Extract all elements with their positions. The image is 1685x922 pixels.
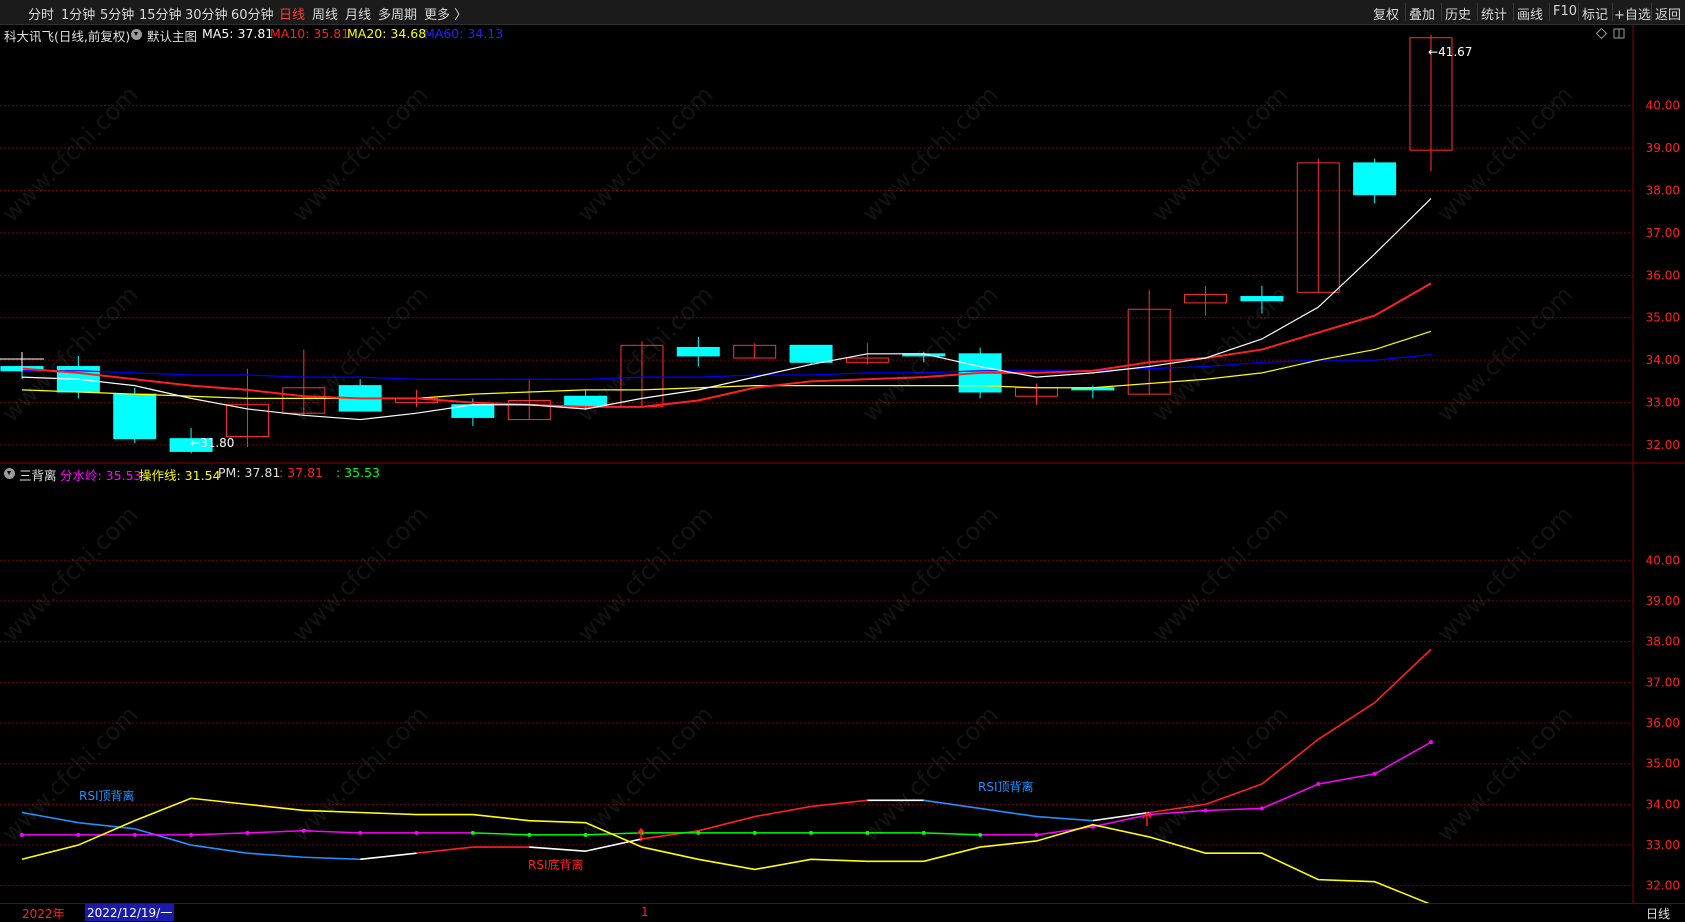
fenshuiling-line-segment [303,830,361,834]
sub-price-tick: 36.00 [1646,716,1680,730]
low-price-label: ←31.80 [190,436,234,450]
fenshuiling-point [1203,808,1208,813]
fenshuiling-line-segment [923,832,981,836]
candle-body [676,346,720,357]
fenshuiling-point [752,830,757,835]
date-axis-bar: 2022年 2022/12/19/一 1 日线 [0,903,1685,921]
pm-line-segment [303,856,361,861]
sub-price-tick: 37.00 [1646,675,1680,689]
fenshuiling-point [696,830,701,835]
pm-line-segment [247,852,304,859]
pm-line-segment [641,830,699,840]
fenshuiling-point [189,832,194,837]
fenshuiling-point [1429,740,1433,745]
sub-price-tick: 34.00 [1646,797,1680,811]
fenshuiling-point [414,830,419,835]
sub-grid [0,559,1633,887]
main-grid [0,105,1633,446]
main-price-axis: 40.00 39.00 38.00 37.00 36.00 35.00 34.00 33.00… [1646,99,1680,452]
sub-price-tick: 38.00 [1646,635,1680,649]
fenshuiling-line-segment [1205,807,1262,812]
candlesticks [0,34,1453,454]
sub-price-tick: 39.00 [1646,594,1680,608]
fenshuiling-line-segment [1374,741,1432,775]
main-price-tick: 37.00 [1646,226,1680,240]
sub-price-tick: 40.00 [1646,553,1680,567]
fenshuiling-line-segment [1318,773,1375,785]
fenshuiling-point [20,832,24,837]
pm-line-segment [698,815,755,832]
candle-body [1240,296,1284,302]
pm-line-segment [360,852,417,861]
pm-line-segment [416,846,473,854]
pm-line-segment [980,807,1037,818]
fenshuiling-point [1372,771,1377,776]
pm-line-segment [190,844,248,854]
year-label: 2022年 [22,907,65,921]
panel-layout-icon[interactable] [1613,28,1625,39]
fenshuiling-line-segment [247,830,304,834]
fenshuiling-point [1034,832,1039,837]
fenshuiling-point [921,830,926,835]
fenshuiling-line-segment [191,832,248,836]
fenshuiling-point [1259,806,1264,811]
rsi-top-divergence-label-1: RSI顶背离 [79,788,135,803]
pm-line-segment [134,828,192,846]
pm-line-segment [1036,815,1093,822]
rsi-bottom-divergence-label: RSI底背离 [528,857,584,872]
pm-line-segment [1261,738,1319,785]
date-tick-label: 1 [641,905,649,919]
candle-body [564,395,608,408]
high-price-label: ←41.67 [1428,45,1472,59]
kline-chart[interactable]: 40.00 39.00 38.00 37.00 36.00 35.00 34.00 33.00… [0,0,1685,920]
pm-line-segment [21,811,79,824]
cursor-date-label: 2022/12/19/一 [85,904,175,921]
main-price-tick: 34.00 [1646,353,1680,367]
fenshuiling-point [76,832,81,837]
candle-body [789,344,833,363]
rsi-top-divergence-label-2: RSI顶背离 [978,779,1034,794]
fenshuiling-point [132,832,137,837]
main-price-tick: 33.00 [1646,396,1680,410]
pm-line-segment [810,799,868,808]
candle-body [113,393,157,440]
pm-line-segment [529,846,586,852]
main-price-tick: 36.00 [1646,268,1680,282]
sub-price-tick: 33.00 [1646,838,1680,852]
divergence-lines [20,648,1433,906]
main-price-tick: 32.00 [1646,438,1680,452]
sub-price-axis: 40.00 39.00 38.00 37.00 36.00 35.00 34.00 33.00… [1646,553,1680,892]
main-price-tick: 40.00 [1646,99,1680,113]
fenshuiling-point [470,830,475,835]
pm-line-segment [1374,648,1432,704]
fenshuiling-point [358,830,363,835]
fenshuiling-point [245,830,250,835]
expand-icon[interactable] [1595,27,1608,40]
period-indicator-label: 日线 [1646,907,1671,921]
fenshuiling-point [583,832,588,837]
ma10-line [21,282,1432,408]
fenshuiling-point [301,828,306,833]
fenshuiling-point [527,832,532,837]
candle-body [1353,162,1397,196]
fenshuiling-line-segment [472,832,530,836]
moving-average-lines [21,198,1432,421]
fenshuiling-point [978,832,983,837]
pm-line-segment [1205,783,1263,806]
main-price-tick: 35.00 [1646,311,1680,325]
fenshuiling-point [1316,782,1321,787]
pm-line-segment [1317,701,1376,740]
sub-price-tick: 35.00 [1646,757,1680,771]
main-price-tick: 38.00 [1646,183,1680,197]
pm-line-segment [754,805,812,818]
ma60-line [22,354,1432,380]
sub-price-tick: 32.00 [1646,879,1680,893]
fenshuiling-point [865,830,870,835]
fenshuiling-point [809,830,814,835]
main-price-tick: 39.00 [1646,141,1680,155]
